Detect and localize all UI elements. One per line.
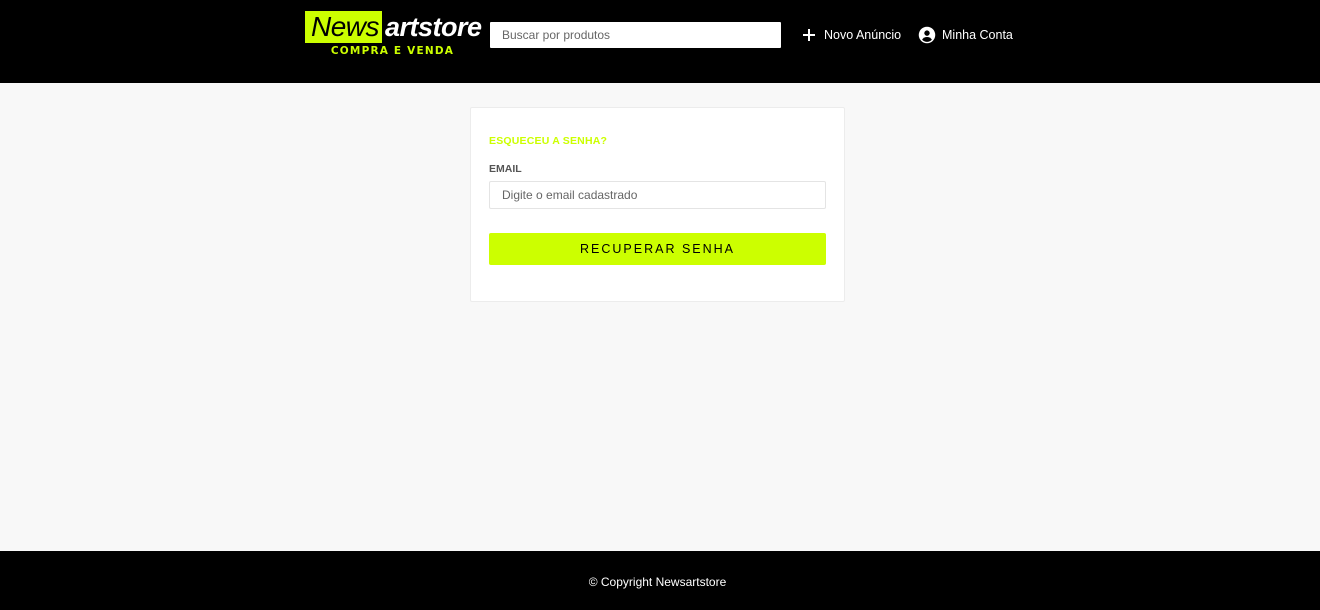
minha-conta-link[interactable]: Minha Conta [918,24,1013,46]
recuperar-senha-button[interactable]: RECUPERAR SENHA [489,233,826,265]
site-footer: © Copyright Newsartstore [0,551,1320,610]
logo-artstore-text: artstore [385,12,482,42]
form-title: ESQUECEU A SENHA? [489,135,608,147]
site-header: News artstore COMPRA E VENDA Novo Anúnci… [0,0,1320,83]
email-label: EMAIL [489,163,522,175]
minha-conta-label: Minha Conta [942,28,1013,42]
search-input[interactable] [490,22,781,48]
site-logo[interactable]: News artstore COMPRA E VENDA [305,11,485,61]
copyright-text: © Copyright Newsartstore [588,575,727,589]
email-field[interactable] [489,181,826,209]
logo-tagline: COMPRA E VENDA [330,45,455,57]
account-circle-icon [918,26,936,44]
novo-anuncio-link[interactable]: Novo Anúncio [801,24,901,46]
logo-news-text: News [305,11,383,43]
forgot-password-form: ESQUECEU A SENHA? EMAIL RECUPERAR SENHA [470,107,845,302]
novo-anuncio-label: Novo Anúncio [824,28,902,42]
plus-icon [801,27,817,43]
